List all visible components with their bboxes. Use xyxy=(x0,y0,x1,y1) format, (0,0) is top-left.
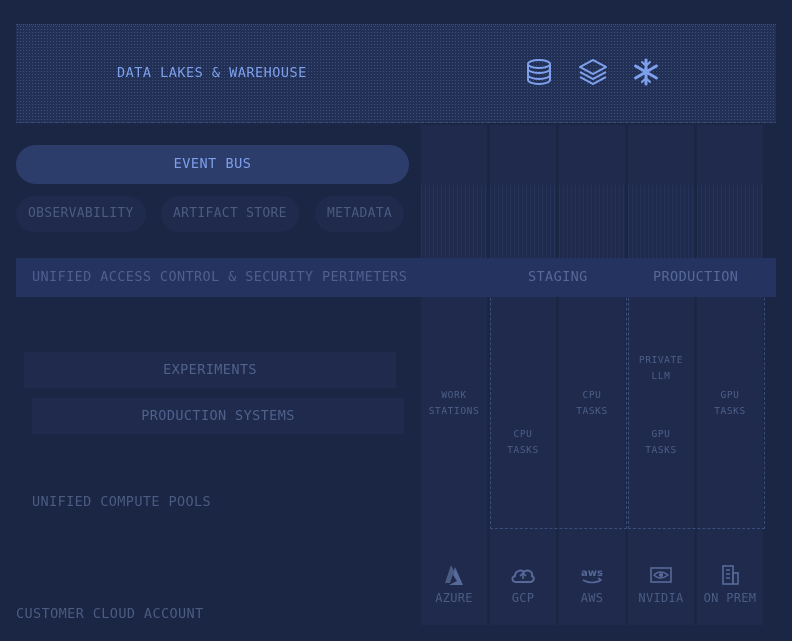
aws-icon: aws xyxy=(581,568,603,584)
staging-boundary xyxy=(490,258,627,529)
compute-pools-label: UNIFIED COMPUTE POOLS xyxy=(32,494,212,510)
provider-label-gcp: GCP xyxy=(511,591,535,605)
access-control-label: UNIFIED ACCESS CONTROL & SECURITY PERIME… xyxy=(32,269,408,285)
column-texture xyxy=(559,185,625,265)
svg-text:aws: aws xyxy=(581,568,603,579)
chip-artifact-store: ARTIFACT STORE xyxy=(161,196,299,232)
provider-label-azure: AZURE xyxy=(435,591,473,605)
data-lake-label: DATA LAKES & WAREHOUSE xyxy=(117,65,307,81)
snowflake-icon xyxy=(634,58,658,86)
provider-label-on-prem: ON PREM xyxy=(703,591,757,605)
chip-metadata: METADATA xyxy=(315,196,405,232)
task-line: STATIONS xyxy=(428,406,480,417)
column-texture xyxy=(421,185,487,265)
gcp-cloud-icon xyxy=(511,569,535,583)
layers-icon xyxy=(579,59,607,85)
column-texture xyxy=(490,185,556,265)
provider-label-nvidia: NVIDIA xyxy=(638,591,684,605)
customer-cloud-account-label: CUSTOMER CLOUD ACCOUNT xyxy=(16,606,204,622)
experiments-box: EXPERIMENTS xyxy=(24,352,396,388)
provider-label-aws: AWS xyxy=(580,591,604,605)
production-boundary xyxy=(628,258,765,529)
data-lake-band: DATA LAKES & WAREHOUSE xyxy=(16,24,776,123)
column-texture xyxy=(697,185,763,265)
azure-icon xyxy=(445,565,463,585)
chip-observability: OBSERVABILITY xyxy=(16,196,146,232)
event-bus: EVENT BUS xyxy=(16,145,409,184)
column-azure: WORK STATIONS AZURE xyxy=(421,125,487,625)
production-systems-box: PRODUCTION SYSTEMS xyxy=(32,398,404,434)
staging-label: STAGING xyxy=(528,269,588,285)
production-label: PRODUCTION xyxy=(653,269,739,285)
nvidia-icon xyxy=(650,567,672,583)
column-texture xyxy=(628,185,694,265)
database-icon xyxy=(527,59,551,86)
task-work-stations: WORK STATIONS xyxy=(421,388,487,420)
task-line: WORK xyxy=(441,390,467,401)
building-icon xyxy=(722,565,739,585)
